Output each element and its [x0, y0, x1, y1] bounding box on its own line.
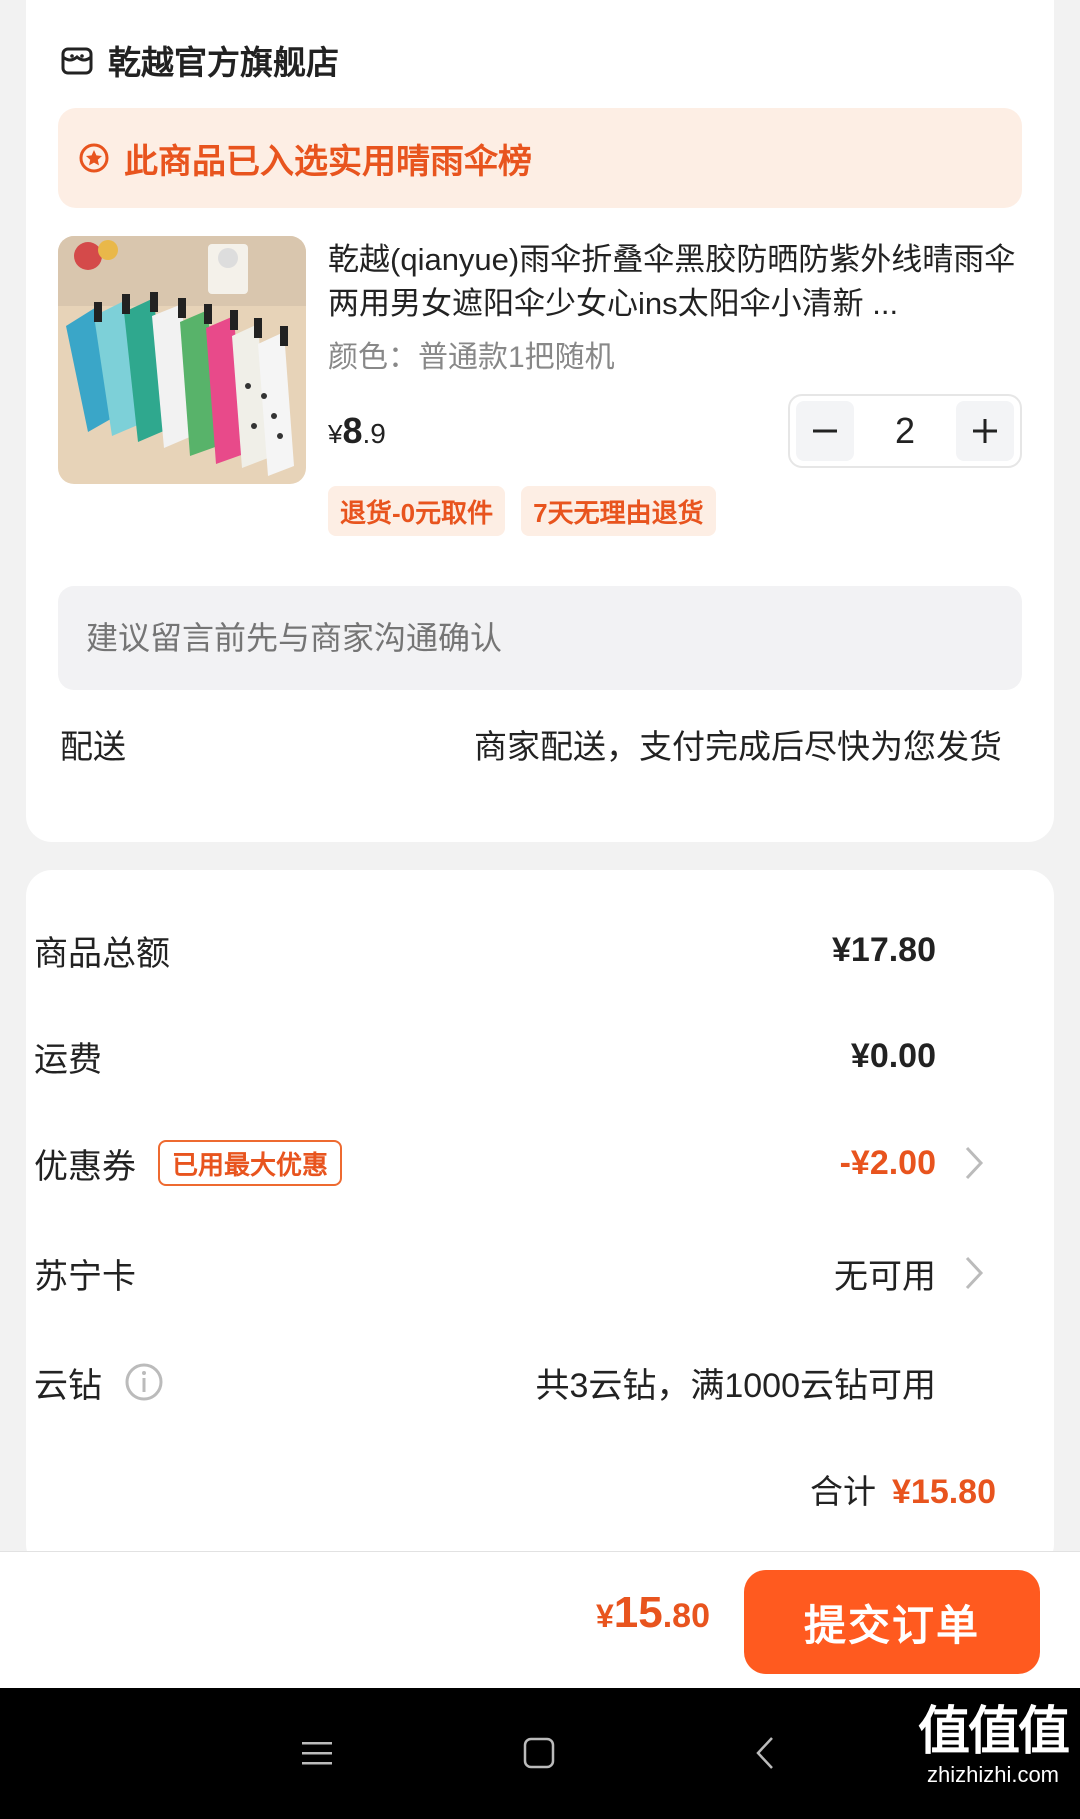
back-icon[interactable]: [742, 1728, 792, 1778]
watermark-logo: 值值值: [917, 1703, 1070, 1761]
coupon-label: 优惠券: [34, 1147, 136, 1186]
store-name: 乾越官方旗舰店: [108, 44, 339, 81]
subtotal-value: ¥15.80: [892, 1473, 996, 1511]
goods-total-label: 商品总额: [34, 934, 170, 973]
chevron-right-icon: [965, 1256, 984, 1290]
service-tag: 7天无理由退货: [521, 486, 716, 536]
quantity-value[interactable]: 2: [895, 410, 915, 452]
store-icon: [61, 47, 93, 75]
suning-card-value: 无可用: [834, 1257, 936, 1296]
shipping-label: 运费: [34, 1040, 102, 1079]
checkout-total: ¥15.80: [596, 1588, 710, 1638]
unit-price: ¥8.9: [328, 410, 386, 452]
system-nav-bar: 值值值 zhizhizhi.com: [0, 1688, 1080, 1819]
suning-card-label: 苏宁卡: [34, 1257, 136, 1296]
order-note-input[interactable]: [58, 586, 1022, 690]
product-image[interactable]: [58, 236, 306, 484]
goods-total-value: ¥17.80: [832, 930, 936, 969]
store-header[interactable]: 乾越官方旗舰店: [60, 30, 339, 90]
price-integer: 8: [342, 410, 363, 451]
watermark: 值值值 zhizhizhi.com: [917, 1702, 1070, 1788]
minus-icon: [813, 429, 837, 433]
increase-button[interactable]: [956, 401, 1014, 461]
subtotal-row: 合计 ¥15.80: [810, 1465, 996, 1513]
quantity-stepper: 2: [788, 394, 1022, 468]
watermark-url: zhizhizhi.com: [926, 1762, 1060, 1787]
price-symbol: ¥: [328, 419, 343, 449]
home-icon[interactable]: [514, 1728, 564, 1778]
checkout-bar: ¥15.80 提交订单: [0, 1551, 1080, 1688]
delivery-label: 配送: [60, 728, 126, 765]
cloud-diamond-label: 云钻: [34, 1366, 102, 1405]
checkout-price-symbol: ¥: [595, 1598, 614, 1634]
product-spec[interactable]: 颜色：普通款1把随机: [328, 332, 615, 376]
coupon-row[interactable]: 优惠券 已用最大优惠 -¥2.00: [34, 1133, 994, 1193]
banner-text: 此商品已入选实用晴雨伞榜: [124, 142, 532, 181]
chevron-right-icon: [965, 1146, 984, 1180]
decrease-button[interactable]: [796, 401, 854, 461]
service-tag: 退货-0元取件: [328, 486, 506, 536]
checkout-price-integer: 15: [613, 1588, 663, 1637]
goods-total-row: 商品总额 ¥17.80: [34, 920, 994, 980]
info-icon[interactable]: [124, 1362, 164, 1402]
delivery-value: 商家配送，支付完成后尽快为您发货: [474, 728, 1002, 765]
service-tags: 退货-0元取件 7天无理由退货: [328, 486, 716, 536]
product-title[interactable]: 乾越(qianyue)雨伞折叠伞黑胶防晒防紫外线晴雨伞两用男女遮阳伞少女心ins…: [328, 238, 1028, 326]
cloud-diamond-value: 共3云钻，满1000云钻可用: [535, 1366, 936, 1405]
suning-card-row[interactable]: 苏宁卡 无可用: [34, 1243, 994, 1303]
menu-icon[interactable]: [292, 1728, 342, 1778]
ranking-banner[interactable]: 此商品已入选实用晴雨伞榜: [58, 108, 1022, 208]
checkout-price-decimal: .80: [662, 1597, 710, 1635]
coupon-value: -¥2.00: [839, 1143, 936, 1182]
plus-icon: [973, 419, 997, 443]
subtotal-label: 合计: [810, 1473, 876, 1510]
cloud-diamond-row: 云钻 共3云钻，满1000云钻可用: [34, 1352, 994, 1412]
price-decimal: .9: [362, 418, 386, 449]
shipping-row: 运费 ¥0.00: [34, 1026, 994, 1086]
submit-order-button[interactable]: 提交订单: [744, 1570, 1040, 1674]
coupon-badge: 已用最大优惠: [158, 1140, 343, 1186]
star-badge-icon: [79, 143, 109, 173]
shipping-value: ¥0.00: [850, 1036, 936, 1075]
order-item-card: 乾越官方旗舰店 此商品已入选实用晴雨伞榜 乾越(qianyue)雨伞折叠伞黑胶防…: [26, 0, 1054, 842]
